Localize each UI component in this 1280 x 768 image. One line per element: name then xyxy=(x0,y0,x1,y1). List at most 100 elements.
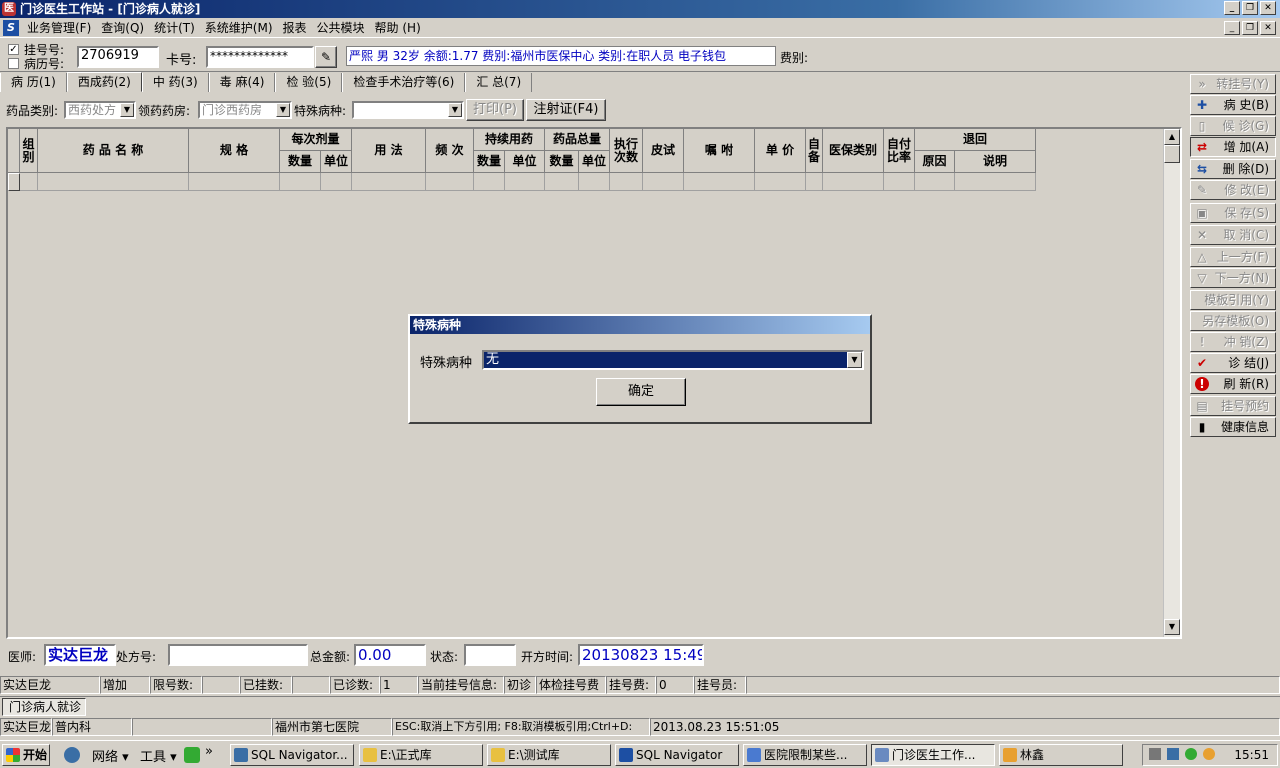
menu-help[interactable]: 帮助 (H) xyxy=(370,19,426,36)
edit-button[interactable]: ✎ 修 改(E) xyxy=(1190,180,1276,200)
menu-query[interactable]: 查询(Q) xyxy=(96,19,149,36)
dialog-ok-button[interactable]: 确定 xyxy=(596,378,686,406)
browser-icon[interactable] xyxy=(64,747,80,763)
save-button[interactable]: ▣ 保 存(S) xyxy=(1190,203,1276,223)
filter-bar: 药品类别: 西药处方 ▼ 领药药房: 门诊西药房 ▼ 特殊病种: ▼ 打印(P)… xyxy=(4,97,1184,125)
cancel-button[interactable]: ✕ 取 消(C) xyxy=(1190,225,1276,245)
prev-rx-button[interactable]: △ 上一方(F) xyxy=(1190,247,1276,267)
cell-cont-qty[interactable] xyxy=(474,173,505,191)
add-icon: ⇄ xyxy=(1196,140,1208,154)
task-sql-navigator-2[interactable]: SQL Navigator xyxy=(615,744,739,766)
waiting-button[interactable]: ▯ 候 诊(G) xyxy=(1190,116,1276,136)
network-icon[interactable] xyxy=(1167,748,1179,760)
task-outpatient-station[interactable]: 门诊医生工作... xyxy=(871,744,995,766)
status-label: 状态: xyxy=(430,650,459,664)
cell-return-reason[interactable] xyxy=(915,173,955,191)
task-folder-test[interactable]: E:\测试库 xyxy=(487,744,611,766)
cell-insurance-type[interactable] xyxy=(823,173,884,191)
special-disease-select[interactable]: ▼ xyxy=(352,101,464,119)
tab-medical-record[interactable]: 病 历(1) xyxy=(0,73,67,92)
cell-self-pay-ratio[interactable] xyxy=(884,173,915,191)
start-button[interactable]: 开始 xyxy=(2,744,50,766)
tab-narcotics[interactable]: 毒 麻(4) xyxy=(208,73,276,92)
quicklaunch-icon[interactable] xyxy=(184,747,200,763)
history-button[interactable]: ✚ 病 史(B) xyxy=(1190,95,1276,115)
reverse-button[interactable]: ! 冲 销(Z) xyxy=(1190,332,1276,352)
tab-chinese-medicine[interactable]: 中 药(3) xyxy=(141,73,209,92)
print-button[interactable]: 打印(P) xyxy=(466,99,524,121)
next-rx-button[interactable]: ▽ 下一方(N) xyxy=(1190,268,1276,288)
tools-toolbar[interactable]: 工具 ▾ xyxy=(140,746,177,765)
chevron-right-icon[interactable]: » xyxy=(205,744,213,759)
card-read-button[interactable]: ✎ xyxy=(315,46,337,68)
child-close-button[interactable]: ✕ xyxy=(1260,21,1276,35)
network-toolbar[interactable]: 网络 ▾ xyxy=(92,746,129,765)
injection-cert-button[interactable]: 注射证(F4) xyxy=(526,99,606,121)
task-folder-prod[interactable]: E:\正式库 xyxy=(359,744,483,766)
cell-exec-times[interactable] xyxy=(610,173,643,191)
finish-diagnosis-button[interactable]: ✔ 诊 结(J) xyxy=(1190,353,1276,373)
menu-business[interactable]: 业务管理(F) xyxy=(22,19,96,36)
record-no-checkbox[interactable] xyxy=(8,58,19,69)
rx-no-field[interactable] xyxy=(168,644,308,666)
child-minimize-button[interactable]: _ xyxy=(1224,21,1240,35)
delete-button[interactable]: ⇆ 删 除(D) xyxy=(1190,159,1276,179)
child-restore-button[interactable]: ❐ xyxy=(1242,21,1258,35)
cell-self-prep[interactable] xyxy=(806,173,823,191)
cell-frequency[interactable] xyxy=(426,173,474,191)
cell-group[interactable] xyxy=(20,173,38,191)
cell-instruction[interactable] xyxy=(684,173,755,191)
scroll-up-button[interactable]: ▲ xyxy=(1164,129,1180,145)
cell-drug-name[interactable] xyxy=(38,173,189,191)
tab-summary[interactable]: 汇 总(7) xyxy=(465,73,533,92)
menu-app-icon[interactable]: S xyxy=(3,20,19,36)
qq-icon[interactable] xyxy=(1203,748,1215,760)
tab-lab-test[interactable]: 检 验(5) xyxy=(275,73,343,92)
shield-icon[interactable] xyxy=(1185,748,1197,760)
tab-western-medicine[interactable]: 西成药(2) xyxy=(66,72,142,92)
row-selector[interactable] xyxy=(8,173,20,191)
menu-statistics[interactable]: 统计(T) xyxy=(149,19,200,36)
task-hospital-doc[interactable]: 医院限制某些... xyxy=(743,744,867,766)
menu-reports[interactable]: 报表 xyxy=(278,19,312,36)
cell-return-note[interactable] xyxy=(955,173,1036,191)
cell-cont-unit[interactable] xyxy=(505,173,545,191)
template-ref-button[interactable]: 模板引用(Y) xyxy=(1190,290,1276,310)
reg-no-input[interactable]: 2706919 xyxy=(77,46,159,68)
drug-type-select[interactable]: 西药处方 ▼ xyxy=(64,101,136,119)
cell-total-qty[interactable] xyxy=(545,173,579,191)
window-tab-active[interactable]: 门诊病人就诊 xyxy=(2,698,86,716)
restore-button[interactable]: ❐ xyxy=(1242,1,1258,15)
save-template-button[interactable]: 另存模板(O) xyxy=(1190,311,1276,331)
scroll-down-button[interactable]: ▼ xyxy=(1164,619,1180,635)
cell-spec[interactable] xyxy=(189,173,280,191)
menu-common[interactable]: 公共模块 xyxy=(312,19,370,36)
add-button[interactable]: ⇄ 增 加(A) xyxy=(1190,137,1276,157)
pharmacy-select[interactable]: 门诊西药房 ▼ xyxy=(198,101,292,119)
dialog-special-disease-select[interactable]: 无 ▼ xyxy=(482,350,864,370)
cell-unit-price[interactable] xyxy=(755,173,806,191)
keyboard-icon[interactable] xyxy=(1149,748,1161,760)
cell-dose-qty[interactable] xyxy=(280,173,321,191)
card-input[interactable]: ************* xyxy=(206,46,314,68)
cell-skin-test[interactable] xyxy=(643,173,684,191)
menu-maintenance[interactable]: 系统维护(M) xyxy=(200,19,278,36)
cell-total-unit[interactable] xyxy=(579,173,610,191)
task-sql-navigator-1[interactable]: SQL Navigator... xyxy=(230,744,354,766)
cell-dose-unit[interactable] xyxy=(321,173,352,191)
reg-no-checkbox[interactable]: ✓ xyxy=(8,44,19,55)
chevron-down-icon: ▼ xyxy=(276,103,290,117)
reg-appointment-button[interactable]: ▤ 挂号预约 xyxy=(1190,396,1276,416)
health-info-button[interactable]: ▮ 健康信息 xyxy=(1190,417,1276,437)
grid-scrollbar[interactable]: ▲ ▼ xyxy=(1163,129,1180,637)
transfer-reg-button[interactable]: » 转挂号(Y) xyxy=(1190,74,1276,94)
cell-usage[interactable] xyxy=(352,173,426,191)
tab-exam-surgery[interactable]: 检查手术治疗等(6) xyxy=(342,73,466,92)
minimize-button[interactable]: _ xyxy=(1224,1,1240,15)
scroll-thumb[interactable] xyxy=(1164,145,1180,163)
child-window-controls: _ ❐ ✕ xyxy=(1224,21,1276,35)
close-button[interactable]: ✕ xyxy=(1260,1,1276,15)
refresh-button[interactable]: ! 刷 新(R) xyxy=(1190,374,1276,394)
plus-icon: ✚ xyxy=(1196,98,1208,112)
task-chat-linxin[interactable]: 林鑫 xyxy=(999,744,1123,766)
